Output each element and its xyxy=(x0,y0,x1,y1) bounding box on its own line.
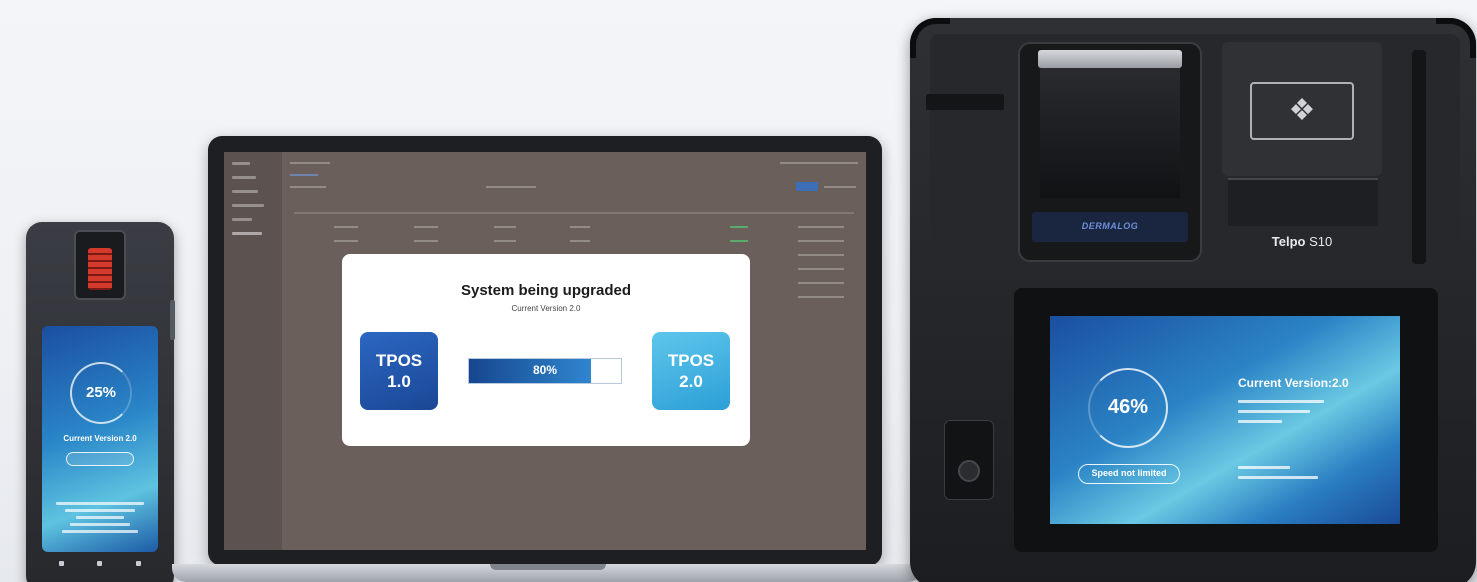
tablet-side-slot xyxy=(1412,50,1426,264)
phone-progress-percent: 25% xyxy=(85,384,117,401)
tablet-info-line xyxy=(1238,476,1318,479)
tpos-target-version-box: TPOS 2.0 xyxy=(652,332,730,410)
back-icon xyxy=(58,560,64,566)
tpos-old-name: TPOS xyxy=(375,351,423,370)
tpos-current-version-box: TPOS 1.0 xyxy=(360,332,438,410)
tablet-info-line xyxy=(1238,466,1290,469)
phone-speed-pill xyxy=(66,452,134,466)
tablet-info-line xyxy=(1238,410,1310,413)
tablet-progress-percent: 46% xyxy=(1107,396,1149,418)
tablet-version-label: Current Version:2.0 xyxy=(1238,376,1349,390)
laptop-notch xyxy=(490,564,606,570)
camera-icon xyxy=(958,460,980,482)
tablet-corner-bumper xyxy=(1436,18,1476,58)
tablet-model-label: Telpo S10 xyxy=(1222,234,1382,249)
upgrade-progress-label: 80% xyxy=(532,363,558,377)
tablet-model-number: S10 xyxy=(1309,234,1333,249)
phone-side-button xyxy=(170,300,175,340)
tablet-info-line xyxy=(1238,400,1324,403)
phone-nav-bar xyxy=(42,554,158,572)
dialog-title: System being upgraded xyxy=(460,282,632,299)
tablet-speed-pill[interactable]: Speed not limited xyxy=(1078,464,1180,484)
tablet-fingerprint-cover xyxy=(1038,50,1182,68)
tablet-printer-slot xyxy=(1228,178,1378,226)
tpos-new-name: TPOS xyxy=(667,351,715,370)
tablet-card-slot xyxy=(926,94,1004,110)
laptop-primary-button[interactable] xyxy=(796,182,818,191)
recents-icon xyxy=(136,560,142,566)
tpos-old-number: 1.0 xyxy=(387,372,411,391)
dialog-subtitle: Current Version 2.0 xyxy=(511,304,581,313)
laptop-sidebar xyxy=(224,152,282,550)
tpos-new-number: 2.0 xyxy=(679,372,703,391)
phone-version-label: Current Version 2.0 xyxy=(63,434,137,443)
tablet-scanner-logo: DERMALOG xyxy=(1032,212,1188,242)
tablet-brand-name: Telpo xyxy=(1271,234,1306,249)
fingerprint-scanner-icon xyxy=(88,248,112,290)
tablet-corner-bumper xyxy=(910,18,950,58)
home-icon xyxy=(97,560,103,566)
phone-info-lines xyxy=(52,498,148,533)
tablet-info-line xyxy=(1238,420,1282,423)
contactless-payment-icon: ❖ xyxy=(1288,94,1316,127)
fingerprint-scanner-icon xyxy=(1040,68,1180,198)
